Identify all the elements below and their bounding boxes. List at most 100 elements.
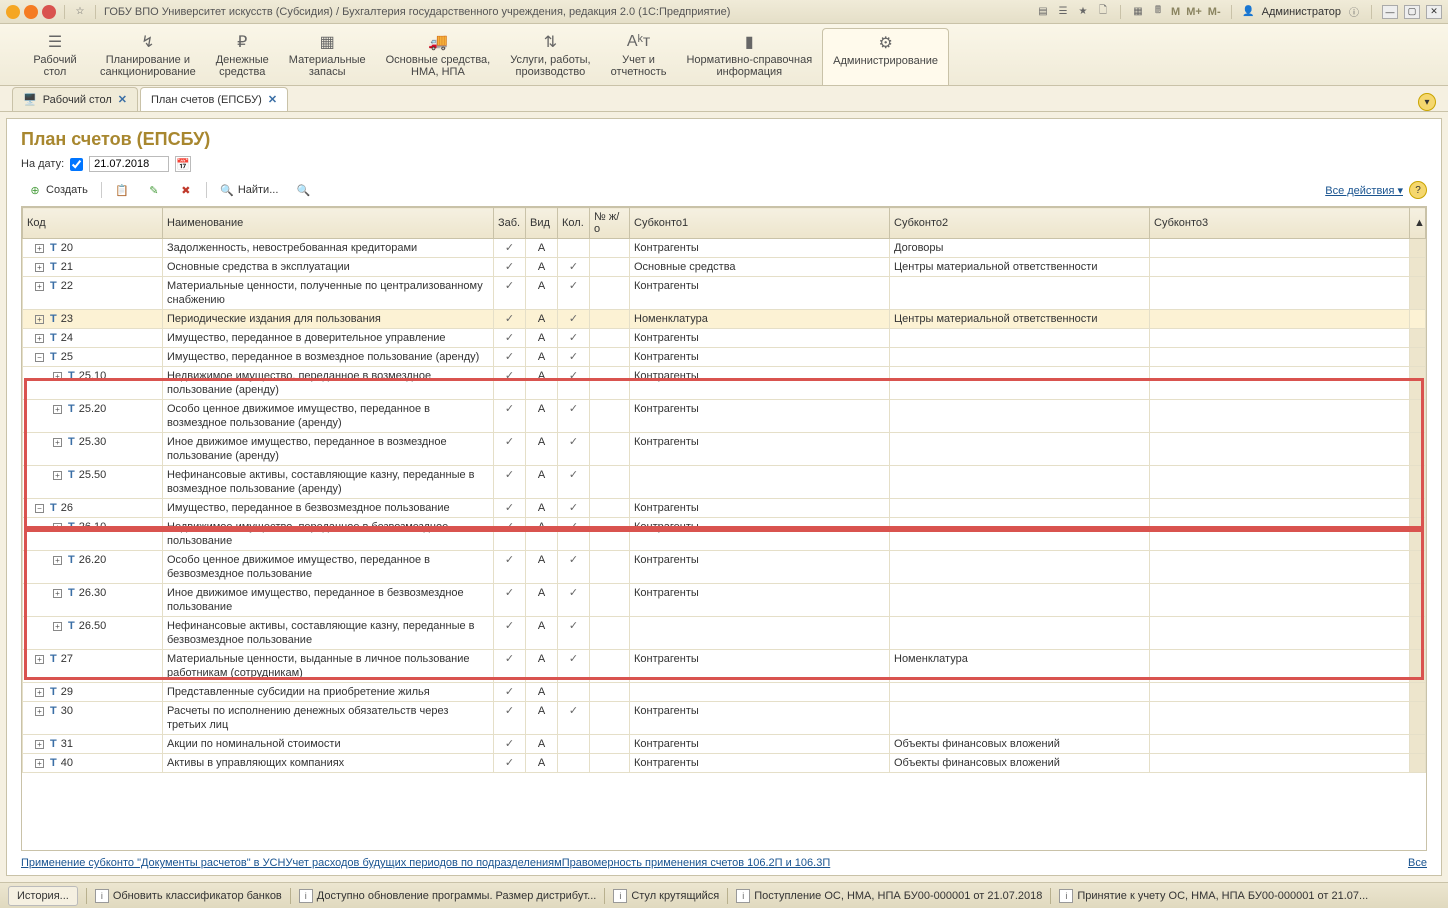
table-row[interactable]: +Т21 Основные средства в эксплуатации ✓ …	[23, 258, 1426, 277]
status-item[interactable]: iОбновить классификатор банков	[95, 888, 282, 904]
table-row[interactable]: +Т29 Представленные субсидии на приобрет…	[23, 683, 1426, 702]
table-row[interactable]: +Т22 Материальные ценности, полученные п…	[23, 277, 1426, 310]
help-icon[interactable]: ?	[1409, 181, 1427, 199]
status-item[interactable]: iПоступление ОС, НМА, НПА БУ00-000001 от…	[736, 888, 1042, 904]
table-row[interactable]: +Т25.20 Особо ценное движимое имущество,…	[23, 400, 1426, 433]
footer-link-3[interactable]: Правомерность применения счетов 106.2П и…	[562, 857, 831, 869]
window-icon-2[interactable]	[42, 5, 56, 19]
expand-icon[interactable]: +	[35, 759, 44, 768]
star-icon[interactable]: ☆	[73, 5, 87, 19]
create-button[interactable]: ⊕ Создать	[21, 180, 95, 200]
table-row[interactable]: +Т26.30 Иное движимое имущество, передан…	[23, 584, 1426, 617]
tab-close-icon[interactable]: ✕	[268, 93, 277, 106]
date-checkbox[interactable]	[70, 158, 83, 171]
expand-icon[interactable]: +	[35, 315, 44, 324]
find-button[interactable]: 🔍 Найти...	[213, 180, 286, 200]
table-row[interactable]: +Т20 Задолженность, невостребованная кре…	[23, 239, 1426, 258]
ribbon-6[interactable]: АᵏтУчет иотчетность	[601, 28, 677, 85]
ribbon-5[interactable]: ⇅Услуги, работы,производство	[500, 28, 600, 85]
clear-find-button[interactable]: 🔍	[289, 180, 317, 200]
expand-icon[interactable]: +	[53, 523, 62, 532]
col-kol[interactable]: Кол.	[558, 208, 590, 239]
doc-icon[interactable]: 🗋	[1096, 5, 1110, 19]
expand-icon[interactable]: +	[53, 589, 62, 598]
expand-icon[interactable]: +	[35, 655, 44, 664]
expand-icon[interactable]: −	[35, 353, 44, 362]
ribbon-3[interactable]: ▦Материальныезапасы	[279, 28, 376, 85]
expand-icon[interactable]: +	[53, 372, 62, 381]
edit-button[interactable]: ✎	[140, 180, 168, 200]
help-dropdown-icon[interactable]: ▾	[1418, 93, 1436, 111]
ribbon-7[interactable]: ▮Нормативно-справочнаяинформация	[676, 28, 822, 85]
table-row[interactable]: +Т26.10 Недвижимое имущество, переданное…	[23, 518, 1426, 551]
table-row[interactable]: +Т25.10 Недвижимое имущество, переданное…	[23, 367, 1426, 400]
expand-icon[interactable]: +	[35, 244, 44, 253]
footer-link-1[interactable]: Применение субконто "Документы расчетов"…	[21, 857, 285, 869]
expand-icon[interactable]: +	[35, 334, 44, 343]
info-icon[interactable]: ⓘ	[1347, 5, 1361, 19]
calc-icon[interactable]: 🖩	[1151, 5, 1165, 19]
status-item[interactable]: iПринятие к учету ОС, НМА, НПА БУ00-0000…	[1059, 888, 1368, 904]
col-zab[interactable]: Заб.	[494, 208, 526, 239]
table-row[interactable]: +Т31 Акции по номинальной стоимости ✓ А …	[23, 735, 1426, 754]
table-row[interactable]: −Т25 Имущество, переданное в возмездное …	[23, 348, 1426, 367]
table-row[interactable]: +Т40 Активы в управляющих компаниях ✓ А …	[23, 754, 1426, 773]
tool-icon-1[interactable]: ▤	[1036, 5, 1050, 19]
fav-icon[interactable]: ★	[1076, 5, 1090, 19]
expand-icon[interactable]: +	[35, 740, 44, 749]
expand-icon[interactable]: +	[35, 263, 44, 272]
close-button[interactable]: ✕	[1426, 5, 1442, 19]
date-input[interactable]	[89, 156, 169, 172]
col-nzo[interactable]: № ж/о	[590, 208, 630, 239]
grid-icon[interactable]: ▦	[1131, 5, 1145, 19]
footer-link-all[interactable]: Все	[1408, 857, 1427, 869]
ribbon-1[interactable]: ↯Планирование исанкционирование	[90, 28, 206, 85]
footer-link-2[interactable]: Учет расходов будущих периодов по подраз…	[285, 857, 561, 869]
status-item[interactable]: iСтул крутящийся	[613, 888, 719, 904]
col-sub1[interactable]: Субконто1	[630, 208, 890, 239]
col-sub3[interactable]: Субконто3	[1150, 208, 1410, 239]
tab-desktop[interactable]: 🖥️ Рабочий стол ✕	[12, 87, 138, 111]
ribbon-0[interactable]: ☰Рабочийстол	[20, 28, 90, 85]
m-minus-button[interactable]: M-	[1208, 6, 1221, 18]
expand-icon[interactable]: +	[35, 707, 44, 716]
expand-icon[interactable]: +	[53, 405, 62, 414]
table-row[interactable]: +Т26.50 Нефинансовые активы, составляющи…	[23, 617, 1426, 650]
col-name[interactable]: Наименование	[163, 208, 494, 239]
table-row[interactable]: +Т26.20 Особо ценное движимое имущество,…	[23, 551, 1426, 584]
copy-button[interactable]: 📋	[108, 180, 136, 200]
expand-icon[interactable]: +	[53, 438, 62, 447]
expand-icon[interactable]: −	[35, 504, 44, 513]
calendar-icon[interactable]: 📅	[175, 156, 191, 172]
all-actions-button[interactable]: Все действия ▾	[1325, 184, 1403, 197]
table-row[interactable]: +Т27 Материальные ценности, выданные в л…	[23, 650, 1426, 683]
ribbon-2[interactable]: ₽Денежныесредства	[206, 28, 279, 85]
expand-icon[interactable]: +	[35, 688, 44, 697]
col-vid[interactable]: Вид	[526, 208, 558, 239]
minimize-button[interactable]: —	[1382, 5, 1398, 19]
delete-button[interactable]: ✖	[172, 180, 200, 200]
col-sub2[interactable]: Субконто2	[890, 208, 1150, 239]
window-icon-1[interactable]	[24, 5, 38, 19]
history-button[interactable]: История...	[8, 886, 78, 906]
expand-icon[interactable]: +	[35, 282, 44, 291]
expand-icon[interactable]: +	[53, 556, 62, 565]
expand-icon[interactable]: +	[53, 622, 62, 631]
tab-close-icon[interactable]: ✕	[118, 93, 127, 106]
table-row[interactable]: +Т24 Имущество, переданное в доверительн…	[23, 329, 1426, 348]
m-button[interactable]: M	[1171, 6, 1180, 18]
table-row[interactable]: +Т25.30 Иное движимое имущество, передан…	[23, 433, 1426, 466]
maximize-button[interactable]: ▢	[1404, 5, 1420, 19]
col-code[interactable]: Код	[23, 208, 163, 239]
ribbon-4[interactable]: 🚚Основные средства,НМА, НПА	[376, 28, 501, 85]
tab-plan-schetov[interactable]: План счетов (ЕПСБУ) ✕	[140, 87, 288, 111]
status-item[interactable]: iДоступно обновление программы. Размер д…	[299, 888, 597, 904]
table-row[interactable]: +Т23 Периодические издания для пользован…	[23, 310, 1426, 329]
tool-icon-2[interactable]: ☰	[1056, 5, 1070, 19]
m-plus-button[interactable]: M+	[1186, 6, 1202, 18]
table-row[interactable]: +Т25.50 Нефинансовые активы, составляющи…	[23, 466, 1426, 499]
expand-icon[interactable]: +	[53, 471, 62, 480]
ribbon-8[interactable]: ⚙Администрирование	[822, 28, 949, 85]
table-row[interactable]: −Т26 Имущество, переданное в безвозмездн…	[23, 499, 1426, 518]
table-row[interactable]: +Т30 Расчеты по исполнению денежных обяз…	[23, 702, 1426, 735]
